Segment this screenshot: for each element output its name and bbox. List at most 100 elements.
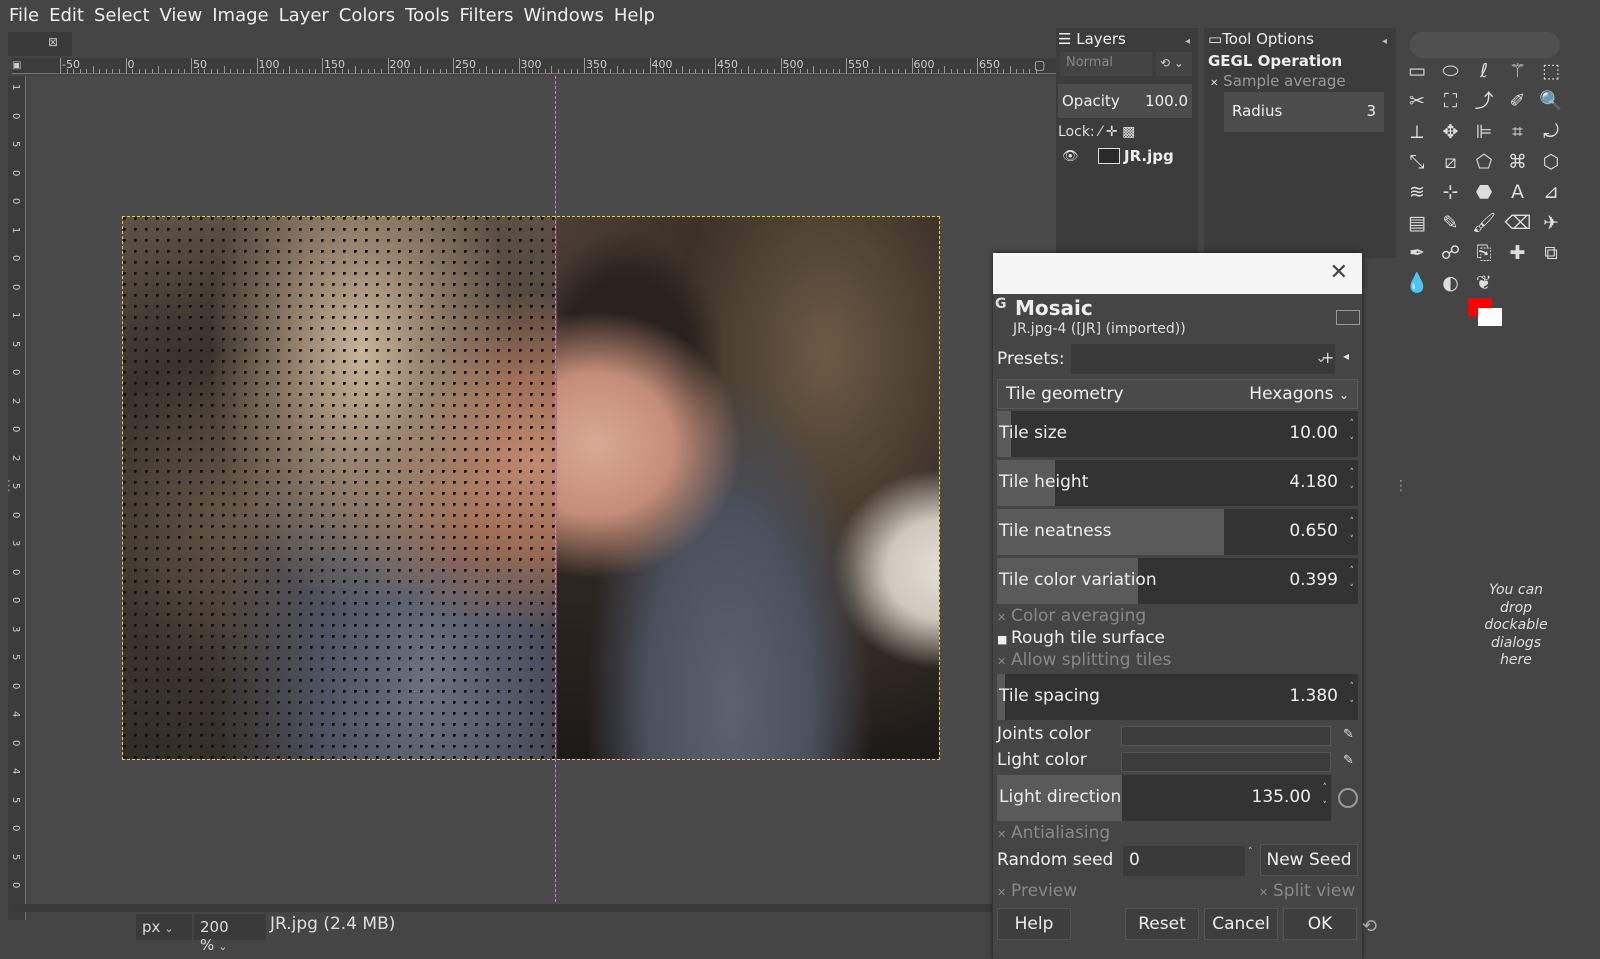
- move-icon[interactable]: ✥: [1438, 119, 1464, 145]
- menu-view[interactable]: View: [155, 5, 208, 26]
- random-seed-input[interactable]: 0: [1123, 846, 1245, 876]
- menu-layer[interactable]: Layer: [274, 5, 334, 26]
- background-color-swatch[interactable]: [1478, 308, 1502, 326]
- tool-options-tab[interactable]: ▭Tool Options: [1208, 30, 1314, 48]
- heal-icon[interactable]: ✚: [1505, 240, 1531, 266]
- spin-arrows-icon[interactable]: ˄ ˅: [1323, 779, 1328, 815]
- zoom-fit-icon[interactable]: ▢: [1034, 58, 1045, 72]
- blend-icon[interactable]: ⊿: [1538, 179, 1564, 205]
- blur-icon[interactable]: 💧: [1404, 270, 1430, 296]
- dodge-icon[interactable]: ◐: [1438, 270, 1464, 296]
- tile-spacing-spinner[interactable]: Tile spacing 1.380 ˄ ˅: [997, 674, 1358, 720]
- lock-alpha-icon[interactable]: ▩: [1122, 124, 1135, 140]
- reset-icon[interactable]: ⟲: [1362, 916, 1377, 937]
- select-by-color-icon[interactable]: ⬚: [1538, 58, 1564, 84]
- vertical-ruler[interactable]: 10500100150202503003504045050: [8, 76, 26, 920]
- color-picker-icon[interactable]: ✎: [1343, 753, 1354, 768]
- split-view-checkbox[interactable]: ✕ Split view: [1259, 881, 1355, 901]
- opacity-spinner[interactable]: Opacity 100.0: [1058, 84, 1192, 118]
- spin-arrows-icon[interactable]: ˄ ˅: [1350, 513, 1355, 549]
- close-icon[interactable]: ✕: [1330, 260, 1348, 285]
- rect-select-icon[interactable]: ▭: [1404, 58, 1430, 84]
- paths-icon[interactable]: ⤴: [1471, 88, 1497, 114]
- left-dock-handle[interactable]: ⋮: [2, 478, 16, 494]
- light-direction-spinner[interactable]: Light direction 135.00 ˄ ˅: [997, 775, 1331, 821]
- rough-tile-surface-checkbox[interactable]: ■ Rough tile surface: [997, 628, 1165, 648]
- cancel-button[interactable]: Cancel: [1204, 908, 1278, 940]
- spin-arrows-icon[interactable]: ˄: [1248, 847, 1253, 857]
- scale-icon[interactable]: ⤡: [1404, 149, 1430, 175]
- light-color-button[interactable]: [1121, 752, 1331, 772]
- eye-icon[interactable]: 👁: [1062, 149, 1079, 164]
- fuzzy-select-icon[interactable]: ⚚: [1505, 58, 1531, 84]
- align-icon[interactable]: ⊫: [1471, 119, 1497, 145]
- preset-menu-icon[interactable]: ◂: [1343, 349, 1349, 363]
- airbrush-icon[interactable]: ✈: [1538, 210, 1564, 236]
- layer-row[interactable]: 👁 JR.jpg: [1058, 144, 1192, 168]
- bucket-fill-icon[interactable]: ⬣: [1471, 179, 1497, 205]
- tile-height-spinner[interactable]: Tile height 4.180 ˄ ˅: [997, 460, 1358, 506]
- menu-colors[interactable]: Colors: [334, 5, 400, 26]
- preview-checkbox[interactable]: ✕ Preview: [997, 881, 1077, 901]
- layer-mode-select[interactable]: Normal: [1060, 52, 1152, 76]
- mypaint-icon[interactable]: ❦: [1471, 270, 1497, 296]
- measure-icon[interactable]: ⟂: [1404, 119, 1430, 145]
- tile-color-variation-spinner[interactable]: Tile color variation 0.399 ˄ ˅: [997, 558, 1358, 604]
- gradient-icon[interactable]: ▤: [1404, 210, 1430, 236]
- foreground-select-icon[interactable]: ⛶: [1438, 88, 1464, 114]
- spin-arrows-icon[interactable]: ˄ ˅: [1350, 678, 1355, 714]
- dialog-titlebar[interactable]: ✕: [993, 253, 1362, 294]
- right-dock-handle[interactable]: ⋮: [1394, 478, 1408, 494]
- quick-mask-toggle-icon[interactable]: ▣: [12, 60, 21, 71]
- lasso-icon[interactable]: ℓ: [1471, 58, 1497, 84]
- add-preset-icon[interactable]: +: [1321, 348, 1334, 367]
- lock-pixels-icon[interactable]: ⁄: [1099, 124, 1101, 140]
- unit-selector[interactable]: px ⌄: [136, 914, 192, 940]
- color-picker-icon[interactable]: ✐: [1505, 88, 1531, 114]
- new-seed-button[interactable]: New Seed: [1260, 844, 1358, 876]
- tile-neatness-spinner[interactable]: Tile neatness 0.650 ˄ ˅: [997, 509, 1358, 555]
- dock-menu-icon[interactable]: ◂: [1185, 36, 1190, 47]
- paintbrush-icon[interactable]: 🖌: [1471, 210, 1497, 236]
- tile-size-spinner[interactable]: Tile size 10.00 ˄ ˅: [997, 411, 1358, 457]
- rotate-icon[interactable]: ⤾: [1538, 119, 1564, 145]
- spin-arrows-icon[interactable]: ˄ ˅: [1350, 464, 1355, 500]
- scissors-icon[interactable]: ✂: [1404, 88, 1430, 114]
- smudge-icon[interactable]: ☍: [1438, 240, 1464, 266]
- spin-arrows-icon[interactable]: ˄ ˅: [1350, 562, 1355, 598]
- layers-tab[interactable]: ☰ Layers: [1058, 30, 1126, 48]
- menu-edit[interactable]: Edit: [44, 5, 89, 26]
- menu-windows[interactable]: Windows: [518, 5, 608, 26]
- color-picker-icon[interactable]: ✎: [1343, 727, 1354, 742]
- menu-file[interactable]: File: [4, 5, 44, 26]
- lock-position-icon[interactable]: ✛: [1106, 124, 1118, 140]
- menu-select[interactable]: Select: [89, 5, 155, 26]
- image-tab[interactable]: [8, 32, 72, 56]
- text-icon[interactable]: A: [1505, 179, 1531, 205]
- image-layer[interactable]: [122, 216, 940, 760]
- radius-spinner[interactable]: Radius 3: [1224, 92, 1384, 132]
- zoom-selector[interactable]: 200 % ⌄: [194, 914, 266, 954]
- ok-button[interactable]: OK: [1283, 908, 1357, 940]
- perspective-clone-icon[interactable]: ⧉: [1538, 240, 1564, 266]
- menu-tools[interactable]: Tools: [400, 5, 454, 26]
- eraser-icon[interactable]: ⌫: [1505, 210, 1532, 236]
- perspective-icon[interactable]: ⬠: [1471, 149, 1497, 175]
- angle-dial-icon[interactable]: [1338, 788, 1358, 808]
- reset-button[interactable]: Reset: [1125, 908, 1199, 940]
- crop-icon[interactable]: ⌗: [1505, 119, 1531, 145]
- color-averaging-checkbox[interactable]: ✕ Color averaging: [997, 606, 1146, 626]
- pencil-icon[interactable]: ✎: [1438, 210, 1464, 236]
- menu-image[interactable]: Image: [207, 5, 273, 26]
- close-icon[interactable]: ⊠: [48, 35, 58, 49]
- ellipse-select-icon[interactable]: ⬭: [1438, 58, 1464, 84]
- cage-icon[interactable]: ⌘: [1505, 149, 1531, 175]
- split-view-guide[interactable]: [555, 76, 556, 902]
- help-button[interactable]: Help: [997, 908, 1071, 940]
- horizontal-scrollbar[interactable]: [12, 904, 992, 912]
- ink-icon[interactable]: ✒: [1404, 240, 1430, 266]
- sample-average-checkbox[interactable]: ✕ Sample average: [1210, 72, 1346, 90]
- dock-menu-icon[interactable]: ◂: [1382, 36, 1387, 47]
- clone-icon[interactable]: ⎘: [1471, 240, 1497, 266]
- tile-geometry-select[interactable]: Tile geometry Hexagons ⌄: [997, 379, 1358, 409]
